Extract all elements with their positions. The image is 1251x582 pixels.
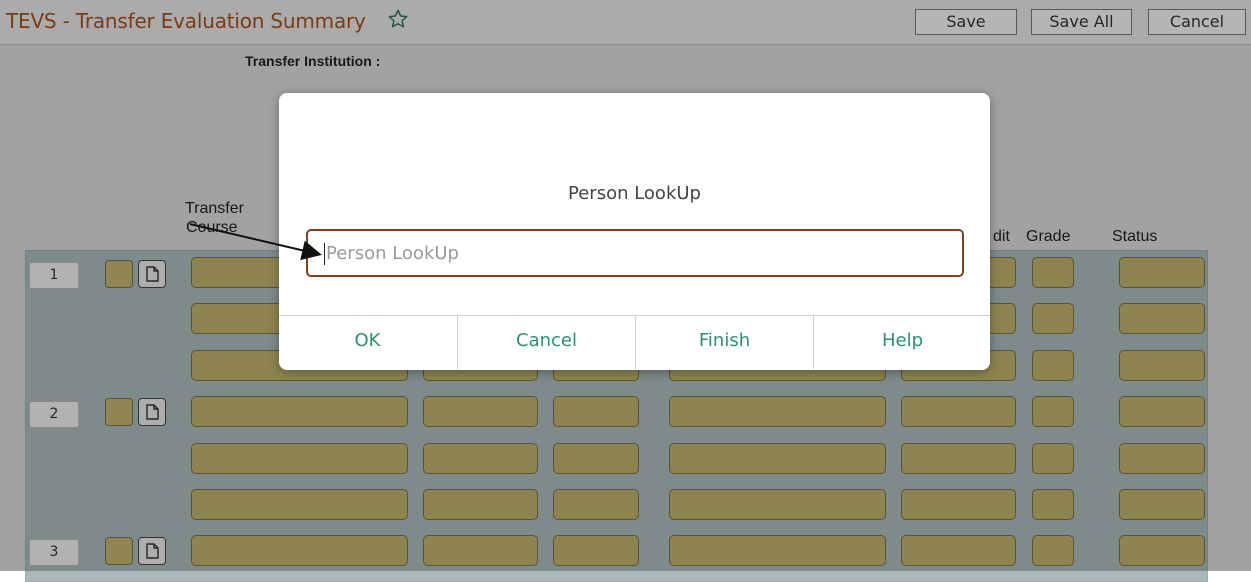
dialog-title: Person LookUp — [568, 183, 701, 204]
help-button[interactable]: Help — [814, 316, 991, 366]
dialog-cancel-button[interactable]: Cancel — [458, 316, 635, 366]
finish-button[interactable]: Finish — [636, 316, 813, 366]
ok-button[interactable]: OK — [279, 316, 456, 366]
person-lookup-input[interactable] — [306, 229, 964, 277]
dialog-button-bar: OK Cancel Finish Help — [279, 315, 990, 371]
text-cursor — [324, 243, 325, 265]
person-lookup-dialog: Person LookUp OK Cancel Finish Help — [279, 93, 990, 370]
